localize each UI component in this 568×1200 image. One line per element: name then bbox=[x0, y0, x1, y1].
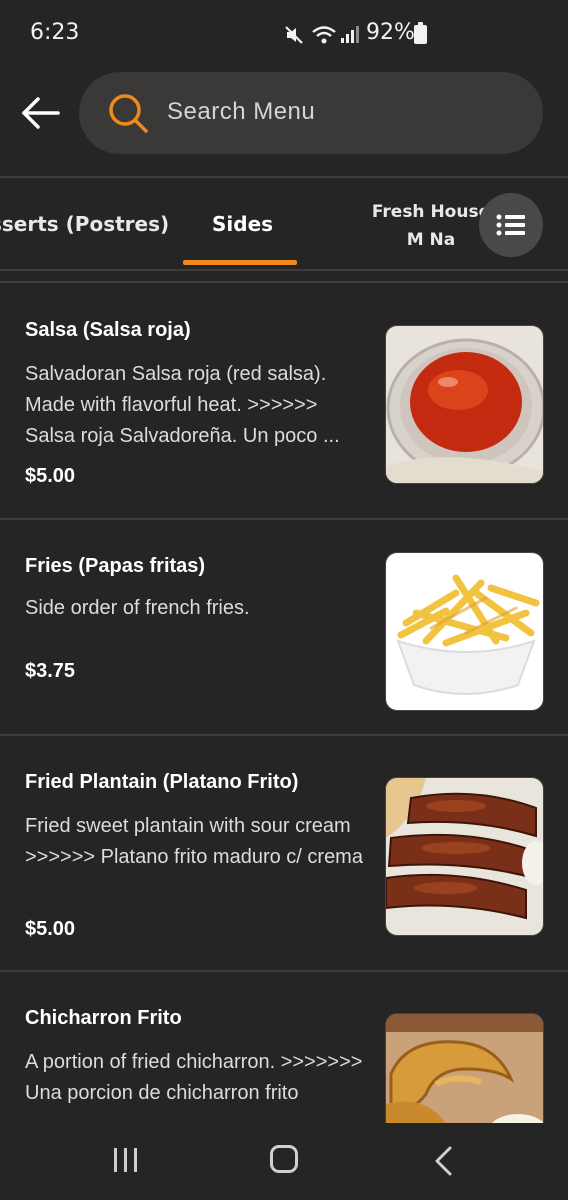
system-back-button[interactable] bbox=[430, 1145, 458, 1177]
divider bbox=[0, 269, 568, 271]
item-description: Fried sweet plantain with sour cream >>>… bbox=[25, 815, 363, 868]
battery-icon bbox=[414, 22, 427, 44]
item-description: A portion of fried chicharron. >>>>>>> U… bbox=[25, 1051, 363, 1104]
signal-icon bbox=[340, 24, 360, 48]
system-nav-bar bbox=[0, 1123, 568, 1200]
menu-list: Salsa (Salsa roja) Salvadoran Salsa roja… bbox=[0, 283, 568, 1123]
item-name: Fries (Papas fritas) bbox=[25, 555, 206, 577]
mute-icon bbox=[283, 24, 305, 50]
tab-selected-indicator bbox=[183, 260, 297, 265]
tab-sides[interactable]: Sides bbox=[212, 212, 273, 236]
item-price: $5.00 bbox=[25, 465, 76, 487]
item-photo-fries bbox=[385, 552, 544, 711]
list-icon bbox=[496, 214, 525, 236]
item-photo-chicharron bbox=[385, 1013, 544, 1123]
menu-item[interactable]: Salsa (Salsa roja) Salvadoran Salsa roja… bbox=[0, 283, 568, 519]
category-list-button[interactable] bbox=[479, 193, 543, 257]
chevron-left-icon bbox=[435, 1146, 452, 1176]
home-button[interactable] bbox=[270, 1145, 298, 1173]
item-name: Chicharron Frito bbox=[25, 1007, 182, 1029]
tab-desserts[interactable]: sserts (Postres) bbox=[0, 212, 169, 236]
menu-item[interactable]: Fried Plantain (Platano Frito) Fried swe… bbox=[0, 736, 568, 970]
item-description: Side order of french fries. bbox=[25, 597, 250, 619]
battery-percent: 92% bbox=[366, 20, 415, 45]
search-icon bbox=[107, 92, 149, 134]
item-price: $5.00 bbox=[25, 918, 76, 940]
item-price: $3.75 bbox=[25, 660, 76, 682]
recents-button[interactable] bbox=[112, 1147, 140, 1173]
search-input[interactable]: Search Menu bbox=[79, 72, 543, 154]
item-name: Fried Plantain (Platano Frito) bbox=[25, 771, 299, 793]
back-button[interactable] bbox=[18, 90, 64, 136]
status-time: 6:23 bbox=[30, 20, 80, 45]
status-bar: 6:23 92% bbox=[0, 0, 568, 70]
item-photo-salsa bbox=[385, 325, 544, 484]
recents-icon bbox=[114, 1148, 137, 1172]
item-name: Salsa (Salsa roja) bbox=[25, 319, 191, 341]
menu-item[interactable]: Fries (Papas fritas) Side order of frenc… bbox=[0, 520, 568, 734]
search-placeholder: Search Menu bbox=[167, 98, 316, 125]
item-description: Salvadoran Salsa roja (red salsa). Made … bbox=[25, 363, 340, 447]
menu-item[interactable]: Chicharron Frito A portion of fried chic… bbox=[0, 972, 568, 1123]
arrow-left-icon bbox=[22, 97, 60, 129]
item-photo-plantain bbox=[385, 777, 544, 936]
wifi-icon bbox=[311, 24, 337, 50]
